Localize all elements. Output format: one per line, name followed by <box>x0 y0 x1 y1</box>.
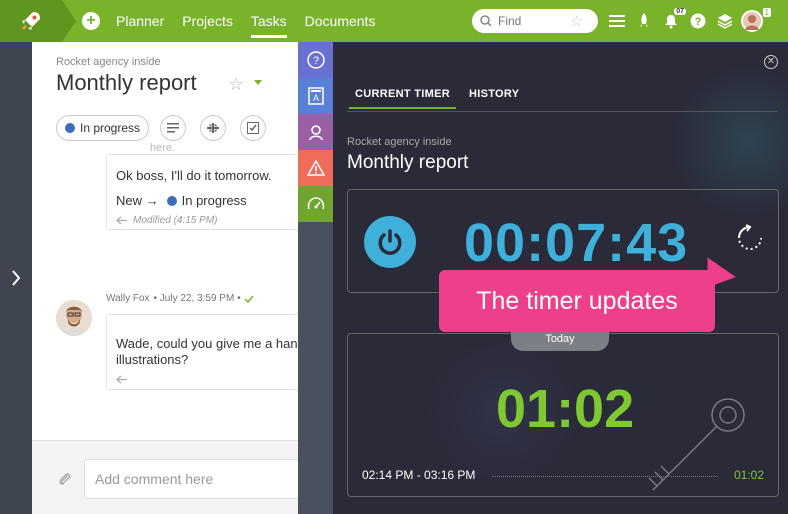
status-transition: New → In progress <box>116 193 247 208</box>
today-summary-box: 01:02 02:14 PM - 03:16 PM 01:02 <box>347 333 779 497</box>
top-bar: + Planner Projects Tasks Documents ☆ 07 … <box>0 0 788 42</box>
logo[interactable] <box>0 0 62 42</box>
timer-task-title: Monthly report <box>347 152 469 173</box>
notifications-icon[interactable]: 07 <box>660 8 686 32</box>
message-text: Ok boss, I'll do it tomorrow. <box>116 168 272 183</box>
gantt-icon <box>207 123 219 133</box>
power-icon <box>378 229 402 255</box>
text-lines-icon <box>167 123 179 133</box>
avatar-count-badge: 1 <box>762 8 771 17</box>
svg-text:?: ? <box>695 16 702 28</box>
message-card: Wade, could you give me a hand illustrat… <box>106 314 298 390</box>
book-icon: A <box>307 87 324 105</box>
timer-strip-button[interactable] <box>298 186 333 222</box>
tab-history[interactable]: HISTORY <box>469 88 519 100</box>
status-dot <box>65 123 75 133</box>
author-name[interactable]: Wally Fox <box>106 293 150 304</box>
help-strip-button[interactable]: ? <box>298 42 333 78</box>
gantt-button[interactable] <box>200 115 226 141</box>
layers-icon[interactable] <box>714 10 736 32</box>
task-panel: Rocket agency inside Monthly report ☆ In… <box>32 42 298 514</box>
description-button[interactable] <box>160 115 186 141</box>
add-button[interactable]: + <box>82 12 100 30</box>
svg-text:?: ? <box>312 55 318 67</box>
dotted-leader <box>492 476 718 477</box>
checklist-button[interactable] <box>240 115 266 141</box>
message-date: • July 22, 3:59 PM • <box>153 293 241 304</box>
warning-icon <box>306 160 325 176</box>
today-total-display: 01:02 <box>496 379 635 439</box>
knowledge-strip-button[interactable]: A <box>298 78 333 114</box>
search-input[interactable] <box>498 14 568 28</box>
rocket-small-icon[interactable] <box>633 10 655 32</box>
task-title: Monthly report <box>56 70 197 95</box>
message-line: illustrations? <box>116 352 189 367</box>
faded-text: here. <box>150 142 176 154</box>
current-timer-display: 00:07:43 <box>464 213 689 273</box>
checkbox-icon <box>247 122 259 134</box>
nav-projects[interactable]: Projects <box>182 0 233 42</box>
reply-icon[interactable] <box>116 216 128 225</box>
reply-icon[interactable] <box>116 375 128 384</box>
comment-input[interactable]: Add comment here <box>84 459 298 499</box>
tab-current-timer[interactable]: CURRENT TIMER <box>349 88 456 109</box>
tooltip-callout: The timer updates <box>439 270 715 332</box>
task-organization: Rocket agency inside <box>56 56 161 68</box>
author-avatar[interactable] <box>56 300 92 336</box>
close-icon[interactable]: ✕ <box>764 55 778 69</box>
menu-icon[interactable] <box>606 10 628 32</box>
notifications-badge: 07 <box>674 8 686 15</box>
main-nav: + Planner Projects Tasks Documents <box>82 0 393 42</box>
status-dropdown[interactable]: In progress <box>56 115 150 141</box>
chevron-down-icon[interactable] <box>254 80 262 85</box>
svg-text:A: A <box>312 93 318 103</box>
support-strip-button[interactable] <box>298 114 333 150</box>
time-range: 02:14 PM - 03:16 PM <box>362 468 476 482</box>
speedometer-icon <box>307 197 324 210</box>
nav-documents[interactable]: Documents <box>305 0 376 42</box>
reset-icon[interactable] <box>736 224 764 252</box>
timer-tabs: CURRENT TIMER HISTORY <box>347 86 777 112</box>
message-meta: Wally Fox • July 22, 3:59 PM • <box>106 293 254 304</box>
collapse-panel-handle[interactable] <box>0 42 32 514</box>
user-support-icon <box>308 125 323 141</box>
transition-from: New → <box>116 193 159 208</box>
status-dot <box>166 195 177 206</box>
question-circle-icon: ? <box>306 51 325 69</box>
nav-planner[interactable]: Planner <box>116 0 164 42</box>
message-line: Wade, could you give me a hand <box>116 336 298 351</box>
rocket-icon <box>22 12 40 30</box>
status-label: In progress <box>80 121 141 135</box>
timer-organization: Rocket agency inside <box>347 136 452 148</box>
modified-note: Modified (4:15 PM) <box>116 215 217 226</box>
check-icon <box>244 295 254 303</box>
comment-area: Add comment here <box>32 440 298 514</box>
favorite-star-icon[interactable]: ☆ <box>570 12 583 30</box>
star-icon[interactable]: ☆ <box>228 74 244 95</box>
alert-strip-button[interactable] <box>298 150 333 186</box>
chevron-right-icon <box>12 270 21 286</box>
logo-notch <box>62 0 76 42</box>
topbar-icons: 07 ? 1 <box>606 0 771 42</box>
nav-tasks[interactable]: Tasks <box>250 0 287 42</box>
help-icon[interactable]: ? <box>687 10 709 32</box>
side-toolbar: ? A <box>298 42 333 514</box>
modified-label: Modified (4:15 PM) <box>133 215 218 226</box>
user-avatar[interactable]: 1 <box>741 8 771 32</box>
paperclip-icon[interactable] <box>58 471 72 487</box>
transition-to: In progress <box>181 193 247 208</box>
search-icon <box>480 15 492 27</box>
search-box[interactable]: ☆ <box>472 9 598 33</box>
power-button[interactable] <box>364 216 416 268</box>
range-duration: 01:02 <box>733 468 764 482</box>
message-card: Ok boss, I'll do it tomorrow. New → In p… <box>106 154 298 230</box>
